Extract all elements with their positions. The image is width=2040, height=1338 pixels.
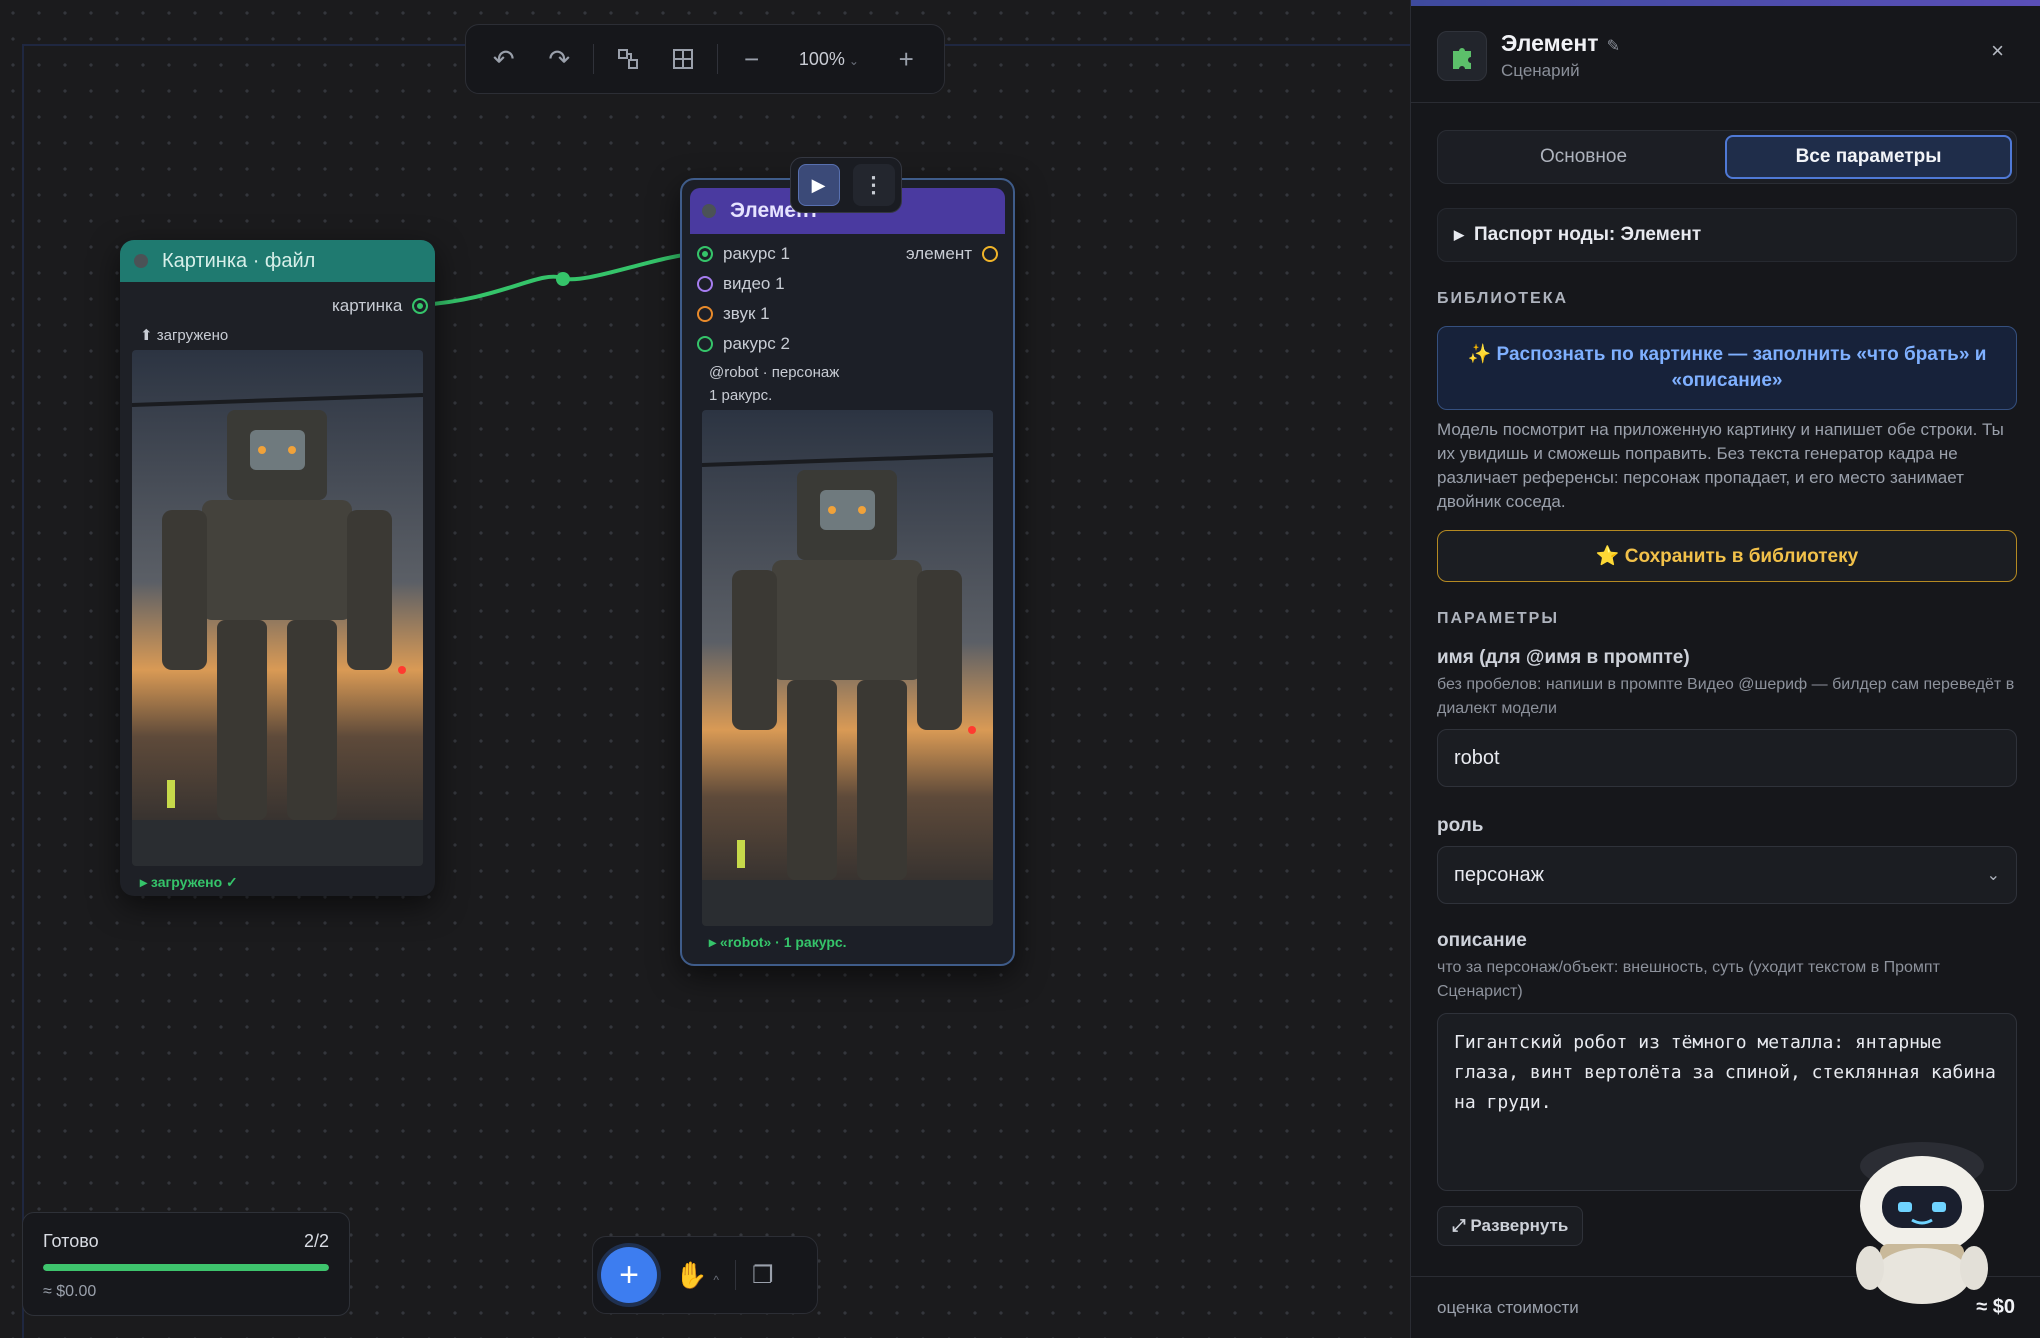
input-port-label: ракурс 2 bbox=[723, 334, 790, 353]
role-field-label: роль bbox=[1437, 815, 1484, 836]
expand-triangle-icon: ▶ bbox=[1454, 227, 1464, 242]
role-select[interactable]: персонаж ⌄ bbox=[1437, 846, 2017, 904]
node-title: Картинка · файл bbox=[162, 249, 316, 272]
grid-icon[interactable] bbox=[655, 31, 710, 87]
name-input[interactable] bbox=[1437, 729, 2017, 787]
input-port-row: ракурс 2 bbox=[697, 334, 790, 354]
panel-header: Элемент ✎ Сценарий bbox=[1437, 30, 1620, 81]
role-select-value: персонаж bbox=[1454, 863, 1544, 886]
tab-basic[interactable]: Основное bbox=[1442, 135, 1725, 179]
chevron-up-icon[interactable]: ^ bbox=[713, 1273, 719, 1287]
run-status-count: 2/2 bbox=[303, 1231, 329, 1251]
recognize-help-text: Модель посмотрит на приложенную картинку… bbox=[1437, 420, 2004, 511]
output-port-label: элемент bbox=[906, 244, 972, 263]
image-output-port-row: картинка bbox=[332, 296, 429, 316]
toolbar-divider bbox=[716, 44, 718, 74]
name-field-hint: без пробелов: напиши в промпте Видео @ше… bbox=[1437, 676, 2015, 717]
redo-icon[interactable]: ↷ bbox=[531, 31, 586, 87]
description-field-hint: что за персонаж/объект: внешность, суть … bbox=[1437, 959, 1940, 1000]
run-progress-fill bbox=[43, 1264, 329, 1271]
library-section-label: БИБЛИОТЕКА bbox=[1437, 290, 1569, 307]
recognize-from-image-button[interactable]: ✨ Распознать по картинке — заполнить «чт… bbox=[1437, 326, 2017, 410]
output-port-row: элемент bbox=[906, 244, 998, 264]
edit-pencil-icon[interactable]: ✎ bbox=[1607, 38, 1620, 55]
node-header[interactable]: Картинка · файл bbox=[120, 240, 435, 282]
run-cost: ≈ $0.00 bbox=[43, 1283, 97, 1300]
node-status-dot bbox=[134, 254, 148, 268]
dock-divider bbox=[735, 1260, 737, 1290]
close-icon[interactable]: × bbox=[1991, 38, 2004, 64]
zoom-level-value: 100% bbox=[798, 48, 845, 69]
run-progress-bar bbox=[43, 1264, 329, 1271]
robot-image-thumbnail bbox=[132, 350, 423, 866]
run-node-button[interactable]: ▶ bbox=[797, 164, 840, 206]
description-field-label: описание bbox=[1437, 930, 1527, 951]
toolbar-divider bbox=[592, 44, 594, 74]
expand-button[interactable]: ⤢ Развернуть bbox=[1437, 1206, 1584, 1246]
image-node-footer-status: ▸ загружено ✓ bbox=[140, 874, 238, 890]
output-port-label: картинка bbox=[332, 296, 403, 315]
panel-title: Элемент bbox=[1501, 30, 1599, 56]
more-options-icon[interactable]: ⋮ bbox=[852, 164, 895, 206]
canvas-dock: + ✋ ^ ❐ bbox=[592, 1236, 818, 1314]
input-port[interactable] bbox=[697, 306, 713, 322]
node-canvas[interactable]: ↶ ↷ − 100%⌄ + Картинка · файл картинка bbox=[0, 0, 1410, 1338]
run-status-panel: Готово 2/2 ≈ $0.00 bbox=[22, 1212, 350, 1316]
save-to-library-button[interactable]: ⭐ Сохранить в библиотеку bbox=[1437, 530, 2017, 582]
app-root: ↶ ↷ − 100%⌄ + Картинка · файл картинка bbox=[0, 0, 2040, 1338]
output-port[interactable] bbox=[982, 246, 998, 262]
chevron-down-icon: ⌄ bbox=[1986, 867, 2000, 884]
tab-all-params[interactable]: Все параметры bbox=[1725, 135, 2012, 179]
panel-title-row: Элемент ✎ bbox=[1501, 30, 1620, 57]
zoom-level-select[interactable]: 100% ⌄ bbox=[779, 49, 878, 70]
chevron-down-icon: ⌄ bbox=[848, 53, 859, 68]
node-actions-bar: ▶ ⋮ bbox=[790, 157, 902, 213]
run-status-label: Готово bbox=[43, 1231, 99, 1251]
input-port-row: звук 1 bbox=[697, 304, 770, 324]
hand-tool-icon[interactable]: ✋ ^ bbox=[675, 1260, 719, 1291]
undo-icon[interactable]: ↶ bbox=[476, 31, 531, 87]
input-port-label: звук 1 bbox=[723, 304, 770, 323]
node-passport-toggle[interactable]: ▶ Паспорт ноды: Элемент bbox=[1437, 208, 2017, 262]
input-port[interactable] bbox=[697, 246, 713, 262]
input-port-row: ракурс 1 bbox=[697, 244, 790, 264]
connect-nodes-icon[interactable] bbox=[600, 31, 655, 87]
puzzle-icon bbox=[1437, 30, 1487, 81]
input-port[interactable] bbox=[697, 276, 713, 292]
panel-subtitle: Сценарий bbox=[1501, 61, 1580, 80]
input-port-row: видео 1 bbox=[697, 274, 785, 294]
zoom-in-icon[interactable]: + bbox=[878, 31, 933, 87]
upload-status: ⬆ загружено bbox=[140, 327, 229, 344]
panel-accent-bar bbox=[1411, 0, 2040, 6]
output-port[interactable] bbox=[412, 298, 429, 314]
panel-tabs: Основное Все параметры bbox=[1437, 130, 2017, 184]
layers-icon[interactable]: ❐ bbox=[752, 1261, 774, 1290]
cost-estimate-label: оценка стоимости bbox=[1437, 1297, 1579, 1317]
canvas-toolbar: ↶ ↷ − 100% ⌄ + bbox=[465, 24, 945, 94]
input-port[interactable] bbox=[697, 336, 713, 352]
element-meta-line: @robot · персонаж bbox=[709, 364, 840, 381]
element-meta-line: 1 ракурс. bbox=[709, 387, 773, 404]
node-status-dot bbox=[702, 204, 716, 218]
panel-divider bbox=[1411, 102, 2040, 103]
zoom-out-icon[interactable]: − bbox=[724, 31, 779, 87]
robot-mascot-icon[interactable] bbox=[1840, 1136, 2004, 1306]
add-node-button[interactable]: + bbox=[601, 1247, 657, 1303]
params-section-label: ПАРАМЕТРЫ bbox=[1437, 610, 1559, 627]
input-port-label: видео 1 bbox=[723, 274, 785, 293]
robot-image-thumbnail bbox=[702, 410, 993, 926]
element-node-footer-status: ▸ «robot» · 1 ракурс. bbox=[709, 934, 847, 950]
input-port-label: ракурс 1 bbox=[723, 244, 790, 263]
name-field-label: имя (для @имя в промпте) bbox=[1437, 647, 1690, 668]
passport-label: Паспорт ноды: Элемент bbox=[1474, 224, 1702, 245]
